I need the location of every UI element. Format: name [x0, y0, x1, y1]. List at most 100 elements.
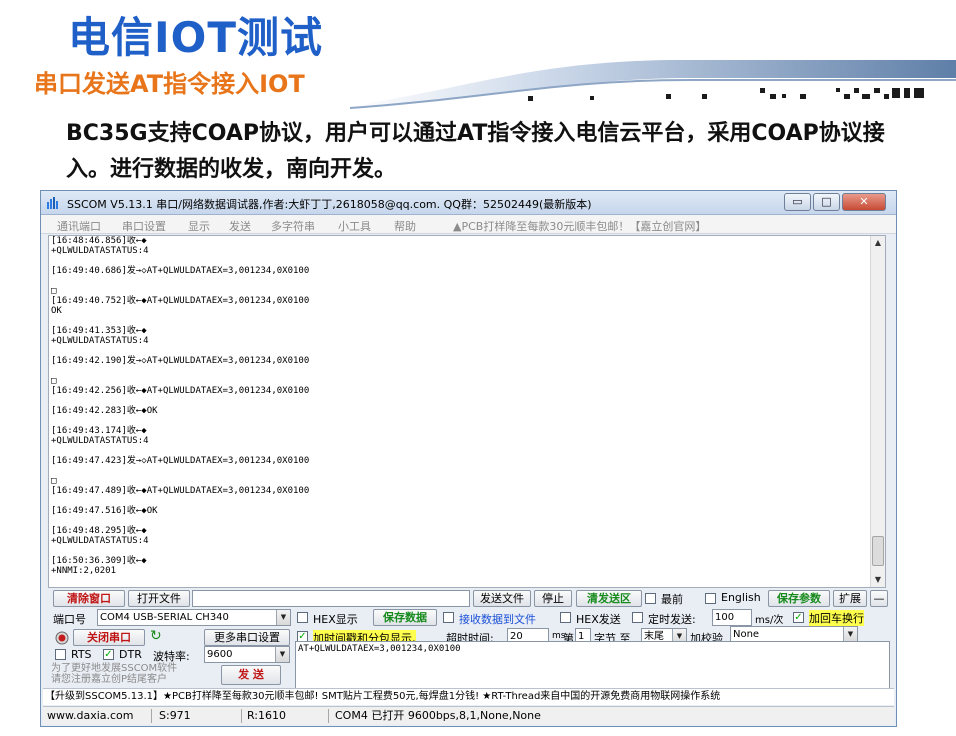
send-text: AT+QLWULDATAEX=3,001234,0X0100 [298, 644, 461, 654]
log-line: [16:49:43.174]收←◆ [51, 426, 147, 436]
port-status-icon [55, 631, 69, 645]
send-button[interactable]: 发 送 [221, 665, 281, 685]
open-file-button[interactable]: 打开文件 [128, 590, 190, 607]
log-line: □ [51, 476, 57, 486]
app-icon [47, 197, 58, 209]
chevron-down-icon: ▼ [276, 610, 290, 625]
log-line: [16:48:46.856]收←◆ [51, 236, 147, 246]
stop-button[interactable]: 停止 [534, 590, 572, 607]
log-line: [16:49:42.190]发→◇AT+QLWULDATAEX=3,001234… [51, 356, 310, 366]
status-bar: www.daxia.com S:971 R:1610 COM4 已打开 9600… [43, 706, 894, 724]
rts-label: RTS [71, 648, 92, 661]
log-line: [16:49:41.353]收←◆ [51, 326, 147, 336]
rts-checkbox[interactable] [55, 649, 66, 660]
slide-subtitle: 串口发送AT指令接入IOT [34, 70, 305, 98]
log-line: □ [51, 286, 57, 296]
clear-send-button[interactable]: 清发送区 [576, 590, 642, 607]
save-params-button[interactable]: 保存参数 [768, 590, 830, 607]
port-select[interactable]: COM4 USB-SERIAL CH340 ▼ [97, 609, 291, 626]
menu-item-multi-string[interactable]: 多字符串 [271, 218, 315, 234]
log-line: [16:49:40.752]收←◆AT+QLWULDATAEX=3,001234… [51, 296, 310, 306]
hex-send-checkbox[interactable] [560, 612, 571, 623]
log-line: OK [51, 306, 62, 316]
menu-item-send[interactable]: 发送 [229, 218, 251, 234]
close-button[interactable]: ✕ [842, 193, 886, 211]
send-file-button[interactable]: 发送文件 [473, 590, 531, 607]
clear-window-button[interactable]: 清除窗口 [53, 590, 125, 607]
chevron-down-icon: ▼ [843, 627, 857, 642]
menu-bar: 通讯端口 串口设置 显示 发送 多字符串 小工具 帮助 ▲PCB打样降至每款30… [41, 215, 896, 234]
menu-item-serial-settings[interactable]: 串口设置 [122, 218, 166, 234]
log-line: □ [51, 376, 57, 386]
recv-to-file-checkbox[interactable] [443, 612, 454, 623]
baud-value: 9600 [207, 649, 233, 660]
hex-send-label: HEX发送 [576, 613, 621, 626]
ad-bar[interactable]: 【升级到SSCOM5.13.1】★PCB打样降至每款30元顺丰包邮! SMT贴片… [43, 688, 894, 705]
log-line: [16:49:42.283]收←◆OK [51, 406, 158, 416]
english-label: English [721, 591, 761, 604]
scroll-down-icon[interactable]: ▼ [873, 575, 883, 585]
file-path-input[interactable] [192, 590, 470, 607]
append-newline-checkbox[interactable]: ✓ [793, 612, 804, 623]
menu-item-tools[interactable]: 小工具 [338, 218, 371, 234]
log-line: [16:49:40.686]发→◇AT+QLWULDATAEX=3,001234… [51, 266, 310, 276]
topmost-checkbox[interactable] [645, 593, 656, 604]
log-line: +QLWULDATASTATUS:4 [51, 536, 149, 546]
log-line: [16:49:42.256]收←◆AT+QLWULDATAEX=3,001234… [51, 386, 310, 396]
log-line: +QLWULDATASTATUS:4 [51, 336, 149, 346]
menu-item-help[interactable]: 帮助 [394, 218, 416, 234]
sscom-window: SSCOM V5.13.1 串口/网络数据调试器,作者:大虾丁丁,2618058… [40, 190, 897, 727]
more-settings-button[interactable]: 更多串口设置 [204, 629, 290, 646]
menu-ad-link[interactable]: ▲PCB打样降至每款30元顺丰包邮！【嘉立创官网】 [453, 218, 706, 234]
timed-send-label: 定时发送: [648, 613, 696, 626]
slide-title: 电信IOT测试 [68, 13, 323, 62]
recv-to-file-label: 接收数据到文件 [459, 613, 536, 626]
port-label: 端口号 [53, 613, 86, 626]
scroll-thumb[interactable] [872, 536, 884, 566]
save-data-button[interactable]: 保存数据 [373, 609, 437, 626]
expand-button[interactable]: 扩展 [833, 590, 867, 607]
log-line: [16:49:48.295]收←◆ [51, 526, 147, 536]
timed-send-checkbox[interactable] [632, 612, 643, 623]
dtr-checkbox[interactable]: ✓ [103, 649, 114, 660]
refresh-icon[interactable]: ↻ [150, 628, 162, 644]
status-site[interactable]: www.daxia.com [47, 707, 134, 724]
banner-decoration [350, 60, 956, 109]
collapse-button[interactable]: — [870, 590, 888, 607]
baud-select[interactable]: 9600 ▼ [204, 646, 290, 663]
english-checkbox[interactable] [705, 593, 716, 604]
hex-display-label: HEX显示 [313, 613, 358, 626]
menu-item-port[interactable]: 通讯端口 [57, 218, 101, 234]
minimize-button[interactable]: ▭ [784, 193, 811, 211]
scroll-up-icon[interactable]: ▲ [873, 238, 883, 248]
send-textarea[interactable]: AT+QLWULDATAEX=3,001234,0X0100 [295, 641, 890, 689]
maximize-button[interactable]: □ [813, 193, 840, 211]
interval-input[interactable]: 100 [712, 609, 752, 626]
close-port-button[interactable]: 关闭串口 [73, 629, 145, 646]
log-line: +QLWULDATASTATUS:4 [51, 436, 149, 446]
log-line: +NNMI:2,0201 [51, 566, 117, 576]
menu-item-display[interactable]: 显示 [188, 218, 210, 234]
status-port: COM4 已打开 9600bps,8,1,None,None [335, 709, 541, 722]
status-sent: S:971 [159, 709, 191, 722]
slide-body-text: BC35G支持COAP协议，用户可以通过AT指令接入电信云平台，采用COAP协议… [66, 121, 885, 182]
append-newline-label: 加回车换行 [809, 610, 864, 626]
hex-display-checkbox[interactable] [297, 612, 308, 623]
log-line: [16:49:47.489]收←◆AT+QLWULDATAEX=3,001234… [51, 486, 310, 496]
log-line: +QLWULDATASTATUS:4 [51, 246, 149, 256]
checksum-value: None [733, 629, 760, 640]
title-bar[interactable]: SSCOM V5.13.1 串口/网络数据调试器,作者:大虾丁丁,2618058… [41, 191, 896, 215]
promo-text[interactable]: 为了更好地发展SSCOM软件 请您注册嘉立创P结尾客户 [51, 663, 201, 685]
log-scrollbar[interactable]: ▲ ▼ [870, 236, 885, 587]
receive-log[interactable]: [16:48:46.856]收←◆ +QLWULDATASTATUS:4 [16:… [48, 235, 886, 588]
